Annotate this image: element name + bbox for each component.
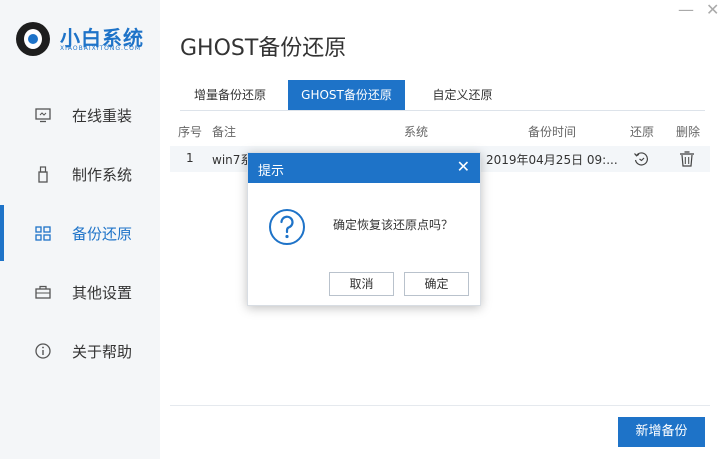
sidebar-item-online-reinstall[interactable]: 在线重装 (0, 95, 160, 135)
column-header-time: 备份时间 (528, 125, 577, 139)
row-backup-time: 2019年04月25日 09:... (486, 153, 618, 167)
sidebar-item-about-help[interactable]: 关于帮助 (0, 331, 160, 371)
column-header-system: 系统 (404, 125, 429, 139)
monitor-icon (35, 108, 51, 123)
info-icon (35, 343, 51, 359)
page-title: GHOST备份还原 (180, 36, 347, 61)
add-backup-button[interactable]: 新增备份 (618, 417, 705, 447)
minimize-button[interactable]: — (678, 2, 694, 18)
usb-icon (38, 166, 48, 183)
logo-subtitle: XIAOBAIXITONG.COM (60, 45, 141, 52)
dialog-header: 提示 ✕ (248, 153, 480, 183)
sidebar-item-label: 在线重装 (72, 107, 133, 125)
sidebar-item-label: 关于帮助 (72, 343, 133, 361)
confirm-button[interactable]: 确定 (404, 272, 469, 296)
divider (170, 405, 710, 406)
sidebar-item-label: 其他设置 (72, 284, 133, 302)
sidebar-item-backup-restore[interactable]: 备份还原 (0, 205, 160, 261)
sidebar: 小白系统 XIAOBAIXITONG.COM 在线重装 制作系统 备份还原 其他… (0, 0, 160, 459)
close-window-button[interactable]: ✕ (706, 2, 719, 18)
sidebar-item-label: 备份还原 (72, 225, 133, 243)
column-header-note: 备注 (212, 125, 237, 139)
dialog-close-button[interactable]: ✕ (457, 157, 470, 176)
tab-ghost-backup[interactable]: GHOST备份还原 (288, 80, 405, 110)
briefcase-icon (35, 285, 51, 299)
table-header: 序号 备注 系统 备份时间 还原 删除 (170, 118, 710, 142)
dialog-message: 确定恢复该还原点吗？ (333, 218, 454, 232)
sidebar-item-label: 制作系统 (72, 166, 133, 184)
restore-icon[interactable] (632, 150, 650, 168)
row-index: 1 (186, 151, 194, 165)
cancel-button[interactable]: 取消 (329, 272, 394, 296)
column-header-restore: 还原 (630, 125, 655, 139)
trash-icon[interactable] (678, 150, 696, 168)
tab-incremental-backup[interactable]: 增量备份还原 (180, 80, 280, 110)
app-logo: 小白系统 XIAOBAIXITONG.COM (16, 20, 156, 56)
question-icon (269, 209, 305, 245)
confirm-dialog: 提示 ✕ 确定恢复该还原点吗？ 取消 确定 (247, 152, 481, 306)
dialog-title: 提示 (258, 164, 285, 179)
column-header-delete: 删除 (676, 125, 701, 139)
grid-icon (35, 226, 51, 241)
column-header-index: 序号 (178, 125, 203, 139)
logo-icon (16, 22, 50, 56)
tab-custom-restore[interactable]: 自定义还原 (415, 80, 510, 110)
tab-bar: 增量备份还原 GHOST备份还原 自定义还原 (180, 80, 705, 111)
sidebar-item-other-settings[interactable]: 其他设置 (0, 272, 160, 312)
sidebar-item-make-system[interactable]: 制作系统 (0, 154, 160, 194)
app-window: 小白系统 XIAOBAIXITONG.COM 在线重装 制作系统 备份还原 其他… (0, 0, 725, 459)
